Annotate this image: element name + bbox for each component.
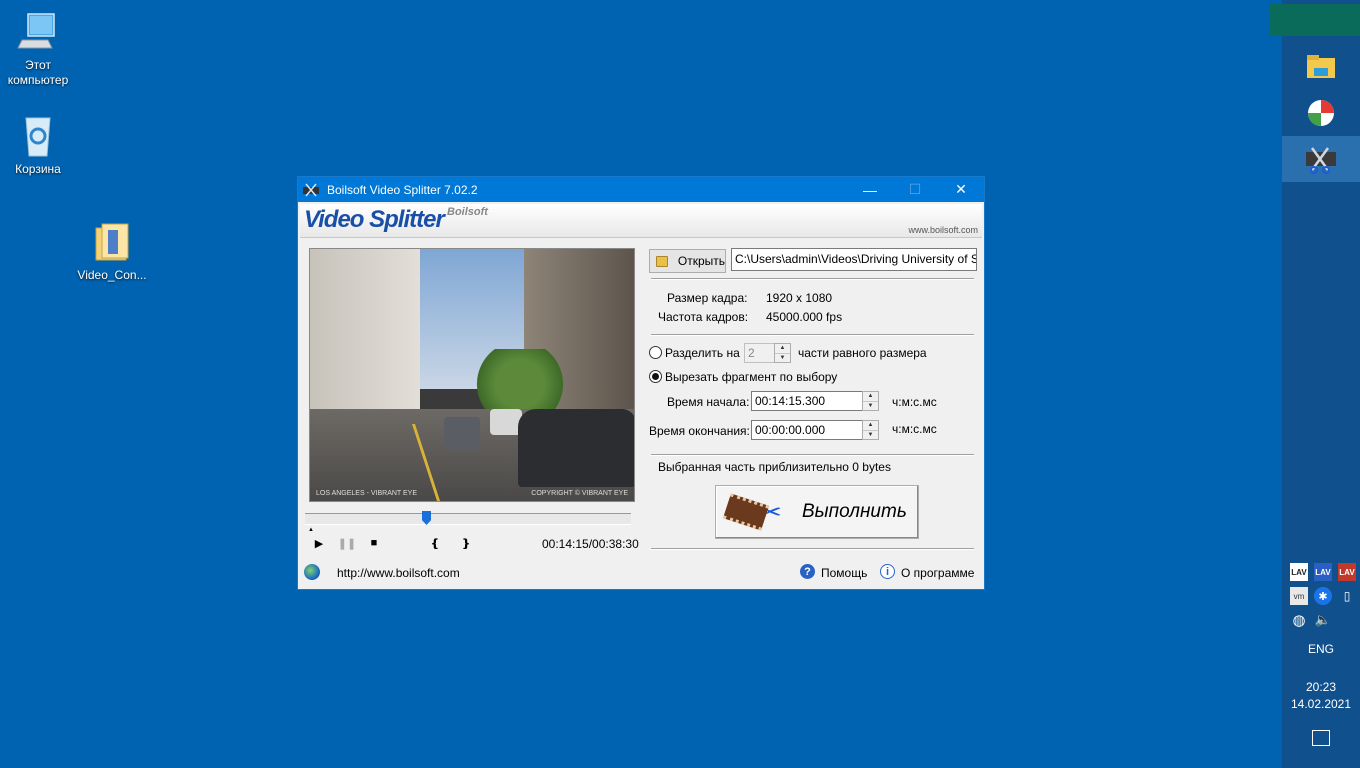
help-icon[interactable]: ?	[800, 564, 815, 579]
recycle-bin-icon	[16, 114, 60, 158]
title-bar[interactable]: Boilsoft Video Splitter 7.02.2 — ☐ ✕	[298, 177, 984, 202]
start-time-spinner[interactable]: ▲ ▼	[862, 391, 879, 411]
divider	[651, 334, 974, 336]
seek-slider[interactable]: ▲	[305, 511, 631, 533]
close-button[interactable]: ✕	[938, 177, 984, 202]
desktop-icon-label: Корзина	[15, 162, 61, 176]
spin-down-icon[interactable]: ▼	[863, 429, 878, 440]
help-link[interactable]: Помощь	[821, 566, 867, 580]
taskbar-corner-decoration	[1270, 4, 1360, 36]
end-time-label: Время окончания:	[649, 424, 750, 438]
banner-logo: Video Splitter	[304, 206, 445, 233]
info-icon[interactable]: i	[880, 564, 895, 579]
language-indicator[interactable]: ENG	[1282, 642, 1360, 656]
cut-radio[interactable]	[649, 370, 662, 383]
stop-button[interactable]: ■	[364, 533, 384, 553]
divider	[651, 454, 974, 456]
maximize-button[interactable]: ☐	[892, 177, 938, 202]
split-parts-input[interactable]: 2	[744, 343, 776, 363]
split-option-label[interactable]: Разделить на	[665, 346, 740, 360]
taskbar-video-splitter[interactable]	[1282, 136, 1360, 182]
video-overlay-left: LOS ANGELES - VIBRANT EYE	[316, 490, 418, 497]
vmware-tools-icon[interactable]: vm	[1290, 587, 1308, 605]
desktop-icon-recycle-bin[interactable]: Корзина	[0, 114, 76, 177]
computer-icon	[16, 10, 60, 54]
folder-open-icon	[656, 255, 668, 267]
spin-down-icon[interactable]: ▼	[863, 400, 878, 411]
desktop-icon-label: Video_Con...	[77, 268, 147, 282]
split-suffix-label: части равного размера	[798, 346, 927, 360]
lav-splitter-icon[interactable]: LAV	[1338, 563, 1356, 581]
taskbar: LAV LAV LAV vm ✱ ▯ ◍ 🔈 ENG 20:23 14.02.2…	[1270, 0, 1360, 768]
end-time-input[interactable]: 00:00:00.000	[751, 420, 863, 440]
start-time-format: ч:м:с.мс	[892, 395, 937, 409]
selection-size-label: Выбранная часть приблизительно 0 bytes	[658, 460, 891, 474]
network-globe-icon[interactable]: ◍	[1290, 611, 1308, 629]
banner-url: www.boilsoft.com	[908, 225, 978, 235]
split-parts-spinner[interactable]: ▲ ▼	[774, 343, 791, 363]
spin-up-icon[interactable]: ▲	[863, 392, 878, 401]
bluetooth-icon[interactable]: ✱	[1314, 587, 1332, 605]
frame-rate-value: 45000.000 fps	[766, 310, 843, 324]
clock-date[interactable]: 14.02.2021	[1282, 697, 1360, 711]
run-button-label: Выполнить	[802, 501, 907, 522]
homepage-link[interactable]: http://www.boilsoft.com	[337, 566, 460, 580]
minimize-button[interactable]: —	[847, 177, 893, 202]
end-time-spinner[interactable]: ▲ ▼	[862, 420, 879, 440]
volume-icon[interactable]: 🔈	[1314, 611, 1332, 629]
divider	[651, 548, 974, 550]
end-time-format: ч:м:с.мс	[892, 422, 937, 436]
split-radio[interactable]	[649, 346, 662, 359]
play-button[interactable]: ▶	[309, 533, 329, 553]
desktop-icon-video-folder[interactable]: Video_Con...	[74, 220, 150, 283]
start-time-input[interactable]: 00:14:15.300	[751, 391, 863, 411]
file-explorer-icon	[1307, 55, 1335, 78]
about-link[interactable]: О программе	[901, 566, 974, 580]
globe-icon	[304, 564, 320, 580]
start-time-label: Время начала:	[667, 395, 750, 409]
window-title: Boilsoft Video Splitter 7.02.2	[327, 182, 478, 197]
mark-end-button[interactable]: ❵	[456, 533, 476, 553]
clock-time[interactable]: 20:23	[1282, 680, 1360, 694]
desktop-icon-this-pc[interactable]: Этот компьютер	[0, 10, 76, 88]
open-button-label: Открыть	[677, 254, 725, 268]
banner-brand: Boilsoft	[447, 206, 488, 218]
open-button[interactable]: Открыть	[649, 249, 726, 273]
mark-start-button[interactable]: ❴	[425, 533, 445, 553]
timecode: 00:14:15/00:38:30	[542, 537, 639, 551]
video-splitter-window: Boilsoft Video Splitter 7.02.2 — ☐ ✕ Vid…	[297, 176, 985, 590]
file-path-field[interactable]: C:\Users\admin\Videos\Driving University…	[731, 248, 977, 271]
run-button[interactable]: ✂ Выполнить	[715, 485, 919, 539]
frame-size-label: Размер кадра:	[667, 291, 748, 305]
app-title-icon	[303, 183, 319, 196]
desktop-icon-label: Этот компьютер	[7, 58, 69, 87]
lav-audio-icon[interactable]: LAV	[1290, 563, 1308, 581]
app-icon	[1308, 100, 1334, 126]
video-overlay-right: COPYRIGHT © VIBRANT EYE	[531, 490, 628, 497]
video-preview: LOS ANGELES - VIBRANT EYE COPYRIGHT © VI…	[309, 248, 635, 502]
spin-up-icon[interactable]: ▲	[775, 344, 790, 353]
frame-rate-label: Частота кадров:	[658, 310, 749, 324]
frame-size-value: 1920 x 1080	[766, 291, 833, 305]
video-splitter-icon	[1306, 147, 1336, 174]
folder-icon	[90, 220, 134, 264]
spin-up-icon[interactable]: ▲	[863, 421, 878, 430]
taskbar-app-colored[interactable]	[1282, 90, 1360, 136]
cut-option-label[interactable]: Вырезать фрагмент по выбору	[665, 370, 837, 384]
lav-video-icon[interactable]: LAV	[1314, 563, 1332, 581]
app-banner: Video Splitter Boilsoft www.boilsoft.com	[300, 204, 982, 238]
usb-drive-icon[interactable]: ▯	[1338, 587, 1356, 605]
pause-button[interactable]: ❚❚	[337, 533, 357, 553]
action-center-icon[interactable]	[1312, 730, 1330, 746]
taskbar-file-explorer[interactable]	[1282, 44, 1360, 90]
seek-thumb[interactable]	[422, 511, 431, 525]
spin-down-icon[interactable]: ▼	[775, 352, 790, 363]
divider	[651, 278, 974, 280]
